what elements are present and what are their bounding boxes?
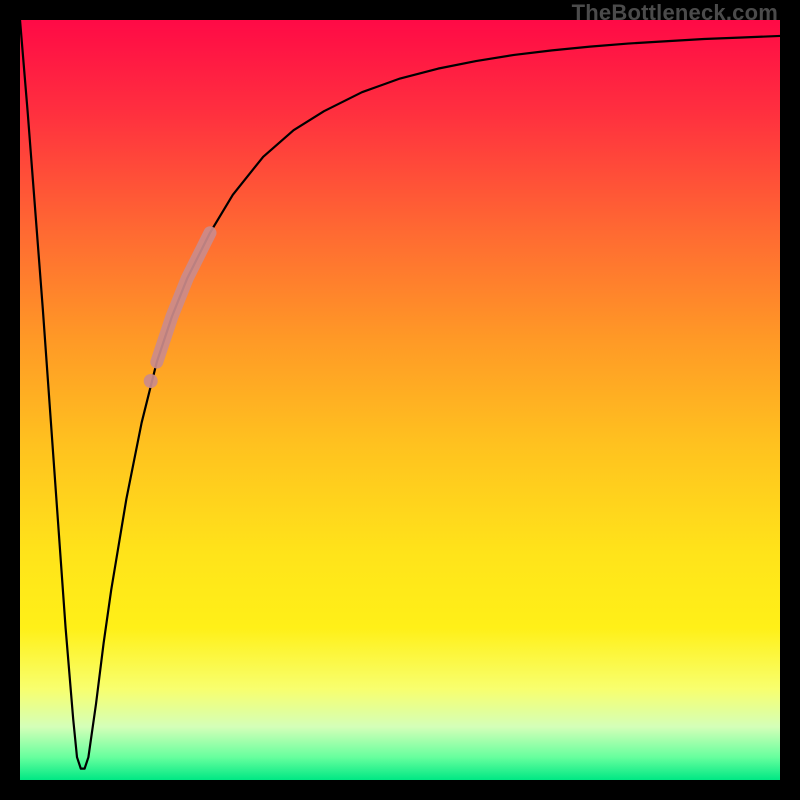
highlight-segment [157, 233, 210, 362]
chart-stage: TheBottleneck.com [0, 0, 800, 800]
chart-svg [20, 20, 780, 780]
highlight-dot [144, 374, 158, 388]
bottleneck-curve [20, 20, 780, 769]
